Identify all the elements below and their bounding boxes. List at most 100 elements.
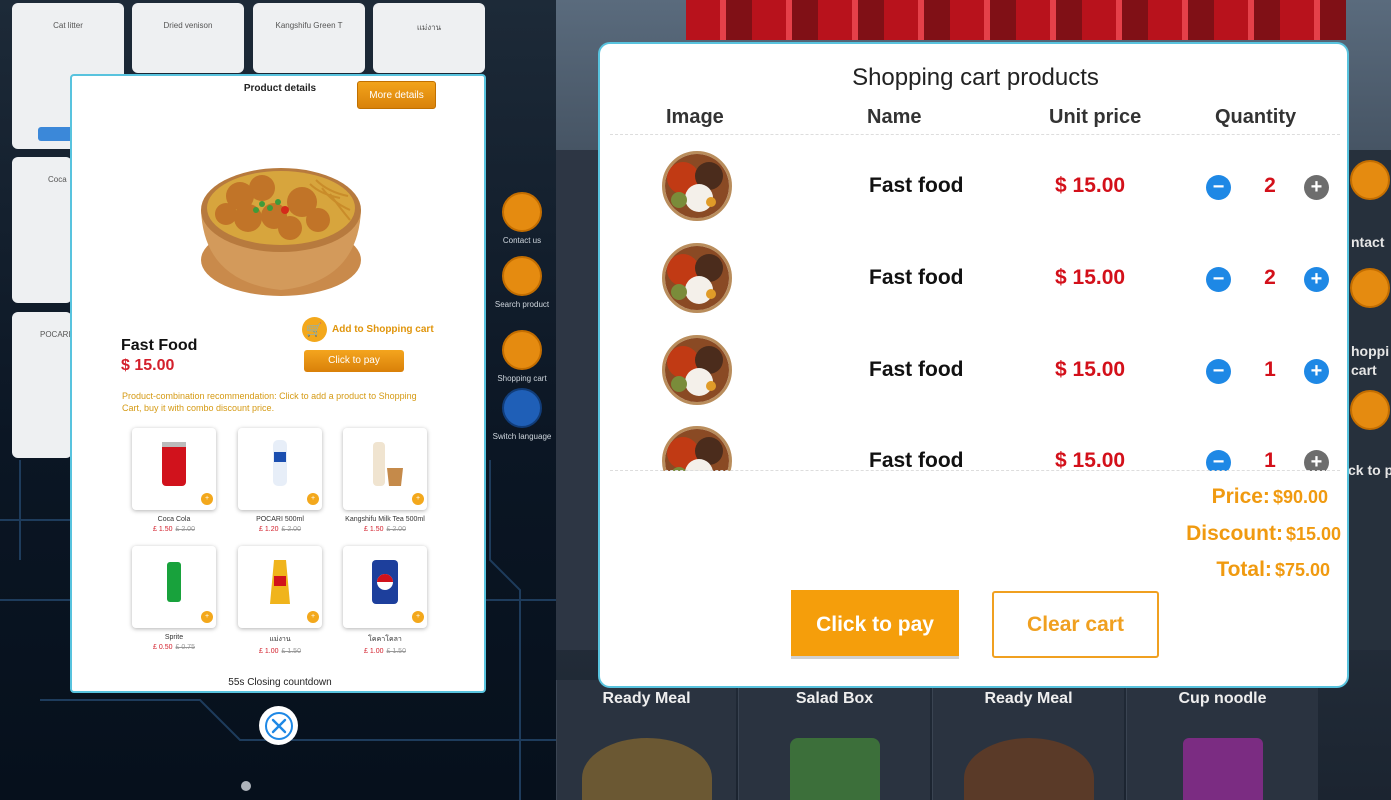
decrease-quantity-button[interactable]: − bbox=[1206, 450, 1231, 471]
combo-item-name: Coca Cola bbox=[157, 516, 191, 523]
total-value: $75.00 bbox=[1274, 560, 1330, 580]
cart-row: Fast food $ 15.00 − 1 + bbox=[600, 411, 1347, 471]
cart-icon: 🛒 bbox=[302, 317, 327, 342]
combo-item[interactable]: + Kangshifu Milk Tea 500ml £ 1.50 £ 2.00 bbox=[343, 428, 427, 538]
combo-item[interactable]: + POCARI 500ml £ 1.20 £ 2.00 bbox=[238, 428, 322, 538]
combo-item-card[interactable]: + bbox=[343, 428, 427, 510]
combo-price-new: £ 1.00 bbox=[364, 648, 384, 655]
cart-icon[interactable] bbox=[502, 330, 542, 370]
click-to-pay-button[interactable]: Click to pay bbox=[304, 350, 404, 372]
add-cart-icon[interactable]: + bbox=[412, 493, 424, 505]
cart-icon[interactable] bbox=[1350, 268, 1390, 308]
increase-quantity-button[interactable]: + bbox=[1304, 450, 1329, 471]
cart-row: Fast food $ 15.00 − 2 + bbox=[600, 136, 1347, 228]
combo-item-price: £ 0.50 £ 0.75 bbox=[132, 644, 216, 651]
click-to-pay-button[interactable]: Click to pay bbox=[791, 590, 959, 659]
cart-item-image bbox=[662, 243, 732, 313]
cart-title: Shopping cart products bbox=[852, 64, 1099, 91]
cart-row: Fast food $ 15.00 − 2 + bbox=[600, 228, 1347, 320]
combo-item[interactable]: + Coca Cola £ 1.50 £ 2.00 bbox=[132, 428, 216, 538]
bg-product-image bbox=[963, 738, 1094, 800]
add-cart-icon[interactable]: + bbox=[201, 611, 213, 623]
combo-item[interactable]: + Sprite £ 0.50 £ 0.75 bbox=[132, 546, 216, 656]
header-unit-price: Unit price bbox=[1049, 106, 1142, 128]
combo-item[interactable]: + โคคาโคลา £ 1.00 £ 1.50 bbox=[343, 546, 427, 656]
combo-item-card[interactable]: + bbox=[132, 546, 216, 628]
decrease-quantity-button[interactable]: − bbox=[1206, 267, 1231, 292]
rows-bottom-divider bbox=[610, 470, 1340, 471]
side-menu-label: Shopping cart bbox=[497, 374, 547, 383]
bg-tile-label: POCARI bbox=[40, 330, 71, 339]
page-indicator-dot[interactable] bbox=[241, 781, 251, 791]
bg-tile-label: Cat litter bbox=[53, 21, 83, 30]
combo-item-card[interactable]: + bbox=[238, 546, 322, 628]
bg-product-image bbox=[581, 738, 712, 800]
increase-quantity-button[interactable]: + bbox=[1304, 267, 1329, 292]
decrease-quantity-button[interactable]: − bbox=[1206, 359, 1231, 384]
discount-value: $15.00 bbox=[1285, 524, 1341, 544]
combo-item-name: Sprite bbox=[164, 634, 184, 641]
header-quantity: Quantity bbox=[1215, 106, 1297, 128]
bg-coke-shelf bbox=[686, 0, 1346, 40]
side-menu-label: Switch language bbox=[492, 432, 552, 441]
search-icon[interactable] bbox=[502, 256, 542, 296]
combo-item-card[interactable]: + bbox=[132, 428, 216, 510]
total-summary: Total: $75.00 bbox=[1216, 558, 1330, 582]
add-cart-icon[interactable]: + bbox=[412, 611, 424, 623]
bg-product-tile: Salad Box bbox=[738, 680, 930, 800]
side-menu-label: Search product bbox=[494, 300, 550, 309]
discount-summary: Discount: $15.00 bbox=[1186, 522, 1341, 546]
bg-product-tile: Ready Meal bbox=[932, 680, 1124, 800]
food-thumbnail-icon bbox=[665, 246, 729, 310]
globe-icon[interactable] bbox=[502, 388, 542, 428]
increase-quantity-button[interactable]: + bbox=[1304, 175, 1329, 200]
combo-price-old: £ 2.00 bbox=[175, 526, 195, 533]
add-to-cart-button[interactable]: 🛒 Add to Shopping cart bbox=[302, 317, 434, 342]
close-button[interactable] bbox=[259, 706, 298, 745]
total-label: Total: bbox=[1216, 558, 1272, 581]
more-details-button[interactable]: More details bbox=[357, 81, 436, 109]
combo-price-new: £ 1.00 bbox=[259, 648, 279, 655]
cart-item-price: $ 15.00 bbox=[1055, 266, 1126, 289]
bg-product-image bbox=[1182, 738, 1263, 800]
bg-product-tile: Kangshifu Green T bbox=[253, 3, 365, 73]
combo-item-price: £ 1.20 £ 2.00 bbox=[238, 526, 322, 533]
add-cart-icon[interactable]: + bbox=[307, 611, 319, 623]
cart-item-price: $ 15.00 bbox=[1055, 174, 1126, 197]
phone-icon[interactable] bbox=[1350, 160, 1390, 200]
combo-price-new: £ 1.20 bbox=[259, 526, 279, 533]
cart-item-price: $ 15.00 bbox=[1055, 449, 1126, 471]
combo-item-price: £ 1.00 £ 1.50 bbox=[238, 648, 322, 655]
increase-quantity-button[interactable]: + bbox=[1304, 359, 1329, 384]
shopping-cart-dialog: Shopping cart products Image Name Unit p… bbox=[598, 42, 1349, 688]
header-divider bbox=[610, 134, 1340, 135]
cart-item-name: Fast food bbox=[869, 266, 964, 289]
bg-product-tile: Ready Meal bbox=[556, 680, 736, 800]
combo-item-card[interactable]: + bbox=[343, 546, 427, 628]
cart-rows[interactable]: Fast food $ 15.00 − 2 + Fast food $ 15.0… bbox=[600, 136, 1347, 471]
close-icon bbox=[264, 711, 293, 740]
combo-price-old: £ 0.75 bbox=[175, 644, 195, 651]
cart-item-image bbox=[662, 151, 732, 221]
combo-item-name: POCARI 500ml bbox=[256, 516, 304, 523]
add-cart-icon[interactable]: + bbox=[201, 493, 213, 505]
header-name: Name bbox=[867, 106, 922, 128]
combo-item[interactable]: + แม่งาน £ 1.00 £ 1.50 bbox=[238, 546, 322, 656]
bg-tile-label: Ready Meal bbox=[602, 690, 691, 707]
combo-item-name: โคคาโคลา bbox=[368, 636, 402, 643]
phone-icon[interactable] bbox=[502, 192, 542, 232]
bg-product-tile: Cup noodle bbox=[1126, 680, 1318, 800]
price-value: $90.00 bbox=[1272, 487, 1328, 507]
bg-tile-label: Ready Meal bbox=[984, 690, 1073, 707]
bg-product-tile: POCARI bbox=[12, 312, 72, 458]
cart-item-image bbox=[662, 335, 732, 405]
add-cart-icon[interactable]: + bbox=[307, 493, 319, 505]
decrease-quantity-button[interactable]: − bbox=[1206, 175, 1231, 200]
bg-product-tile: แม่งาน bbox=[373, 3, 485, 73]
combo-item-card[interactable]: + bbox=[238, 428, 322, 510]
combo-item-price: £ 1.50 £ 2.00 bbox=[343, 526, 427, 533]
clear-cart-button[interactable]: Clear cart bbox=[992, 591, 1159, 658]
hand-icon[interactable] bbox=[1350, 390, 1390, 430]
bg-tile-label: Kangshifu Green T bbox=[275, 21, 343, 30]
quantity-value: 2 bbox=[1264, 266, 1276, 289]
